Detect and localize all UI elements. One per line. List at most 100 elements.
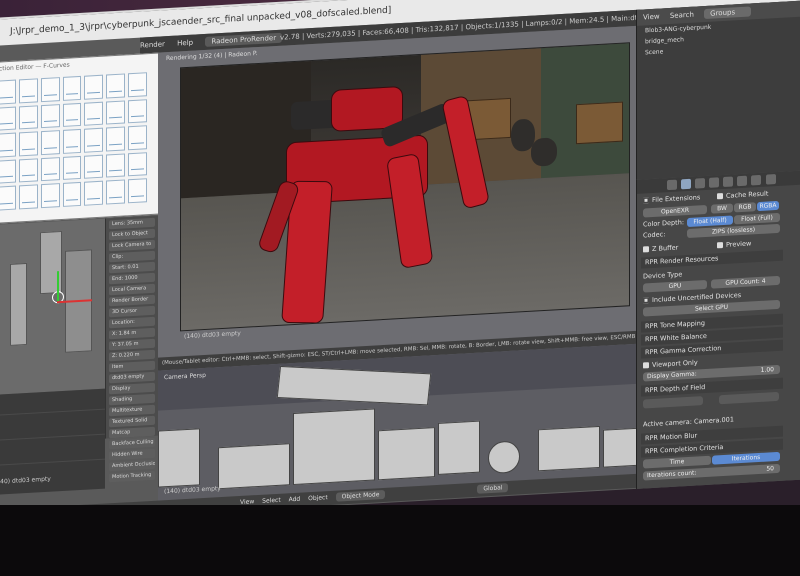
menu-render[interactable]: Render [140, 40, 165, 49]
mode-select[interactable]: Object Mode [335, 489, 386, 502]
viewport-only-label: Viewport Only [652, 358, 698, 369]
menu-help[interactable]: Help [177, 39, 193, 48]
criteria-time[interactable]: Time [643, 455, 711, 469]
shelf-row[interactable]: dtd03 empty [109, 371, 155, 384]
shelf-row[interactable]: Location: [109, 316, 155, 329]
outliner-view-menu[interactable]: View [643, 13, 660, 22]
cache-result-label: Cache Result [726, 189, 769, 200]
color-depth-half[interactable]: Float (Half) [687, 215, 733, 228]
scene-object [218, 443, 290, 490]
fcurve-cell [18, 78, 38, 103]
fcurve-cell [106, 153, 126, 178]
graph-editor[interactable]: Action Editor — F-Curves [0, 52, 160, 224]
shelf-row[interactable]: X: 1.84 m [109, 327, 155, 340]
shelf-row[interactable]: Hidden Wire [109, 448, 155, 461]
fcurve-cell [84, 101, 104, 126]
fcurve-cell [18, 184, 38, 210]
criteria-iterations[interactable]: Iterations [712, 451, 780, 465]
render-layers-tab-icon[interactable] [681, 178, 692, 190]
fcurve-cell [0, 106, 16, 131]
world-tab-icon[interactable] [709, 177, 720, 188]
scene-tab-icon[interactable] [695, 178, 706, 189]
shelf-row[interactable]: Clip: [109, 250, 155, 263]
display-gamma-label: Display Gamma: [647, 370, 697, 381]
left-3d-viewport[interactable] [0, 218, 105, 395]
gpu-count-label: GPU Count: [725, 277, 760, 287]
z-buffer-label: Z Buffer [652, 243, 679, 253]
fcurve-cell [0, 132, 16, 158]
fcurve-grid [0, 72, 147, 211]
shelf-row[interactable]: Render Border [109, 294, 155, 307]
fcurve-cell [84, 127, 104, 153]
cache-result-checkbox[interactable] [717, 193, 723, 200]
menu-add[interactable]: Add [289, 496, 301, 504]
modifiers-tab-icon[interactable] [751, 174, 762, 186]
left-lower-viewport[interactable]: (140) dtd03 empty [0, 388, 105, 495]
fcurve-cell [18, 158, 38, 183]
monitor-screen: J:\Jrpr_demo_1_3\jrpr\cyberpunk_jscaende… [0, 0, 800, 525]
orientation-select[interactable]: Global [477, 483, 509, 494]
shelf-row[interactable]: 3D Cursor [109, 305, 155, 318]
object-tab-icon[interactable] [723, 176, 734, 188]
fcurve-cell [128, 178, 147, 204]
scene-object [603, 427, 636, 468]
left-view-frame-label: (140) dtd03 empty [0, 475, 51, 486]
shelf-row[interactable]: Lock Camera to [109, 239, 155, 252]
y-axis-gizmo[interactable] [57, 271, 59, 302]
viewport-only-checkbox[interactable] [643, 362, 649, 369]
shelf-row[interactable]: Motion Tracking [109, 470, 155, 483]
shelf-row[interactable]: Item [109, 360, 155, 373]
shelf-row[interactable]: Multitexture [109, 404, 155, 417]
shelf-row[interactable]: Y: 37.05 m [109, 338, 155, 351]
shelf-row[interactable]: Matcap [109, 426, 155, 439]
fcurve-cell [128, 125, 147, 151]
fcurve-cell [40, 77, 60, 102]
scene-object [438, 420, 480, 475]
shelf-row[interactable]: Lock to Object [109, 228, 155, 241]
fcurve-cell [62, 75, 82, 101]
scene-object [10, 262, 27, 346]
data-tab-icon[interactable] [765, 174, 776, 185]
render-viewport[interactable]: Rendering 1/32 (4) | Radeon P. (140) dtd… [158, 25, 640, 371]
fcurve-cell [40, 130, 60, 155]
preview-checkbox[interactable] [717, 242, 723, 249]
color-mode-rgb[interactable]: RGB [734, 202, 756, 213]
file-format-select[interactable]: OpenEXR [643, 204, 707, 218]
shelf-row[interactable]: Ambient Occlusion [109, 459, 155, 472]
outliner-search-menu[interactable]: Search [670, 11, 694, 20]
fcurve-cell [62, 102, 82, 128]
color-mode-rgba[interactable]: RGBA [757, 200, 779, 212]
dof-setting-field[interactable] [643, 396, 703, 409]
z-buffer-checkbox[interactable] [643, 246, 649, 253]
gpu-count-field[interactable]: GPU Count: 4 [711, 275, 780, 289]
fcurve-cell [62, 129, 82, 154]
menu-select[interactable]: Select [262, 497, 281, 505]
shelf-row[interactable]: Backface Culling [109, 437, 155, 450]
constraints-tab-icon[interactable] [737, 175, 748, 187]
fcurve-cell [106, 126, 126, 152]
shelf-row[interactable]: Display [109, 382, 155, 395]
color-depth-full[interactable]: Float (Full) [734, 212, 780, 225]
shelf-row[interactable]: Lens: 35mm [109, 217, 155, 230]
shelf-row[interactable]: Shading [109, 393, 155, 406]
dof-setting-field[interactable] [719, 391, 779, 405]
color-mode-bw[interactable]: BW [711, 203, 733, 214]
file-extensions-checkbox[interactable] [643, 197, 649, 204]
fcurve-cell [62, 182, 82, 207]
shelf-row[interactable]: Textured Solid [109, 415, 155, 428]
scene-object [158, 428, 200, 488]
graph-editor-header: Action Editor — F-Curves [0, 61, 70, 73]
render-engine-select[interactable]: Radeon ProRender [205, 32, 283, 47]
menu-object[interactable]: Object [308, 494, 328, 502]
shelf-row[interactable]: Z: 0.220 m [109, 349, 155, 362]
render-tab-icon[interactable] [667, 179, 677, 191]
fcurve-cell [106, 179, 126, 205]
device-type-select[interactable]: GPU [643, 279, 707, 293]
shelf-row[interactable]: End: 1000 [109, 272, 155, 285]
shelf-row[interactable]: Local Camera [109, 283, 155, 296]
outliner-display-select[interactable]: Groups [704, 6, 752, 20]
shelf-row[interactable]: Start: 0.01 [109, 261, 155, 274]
fcurve-cell [40, 103, 60, 129]
include-uncertified-checkbox[interactable] [643, 297, 649, 304]
barrel [531, 137, 557, 167]
